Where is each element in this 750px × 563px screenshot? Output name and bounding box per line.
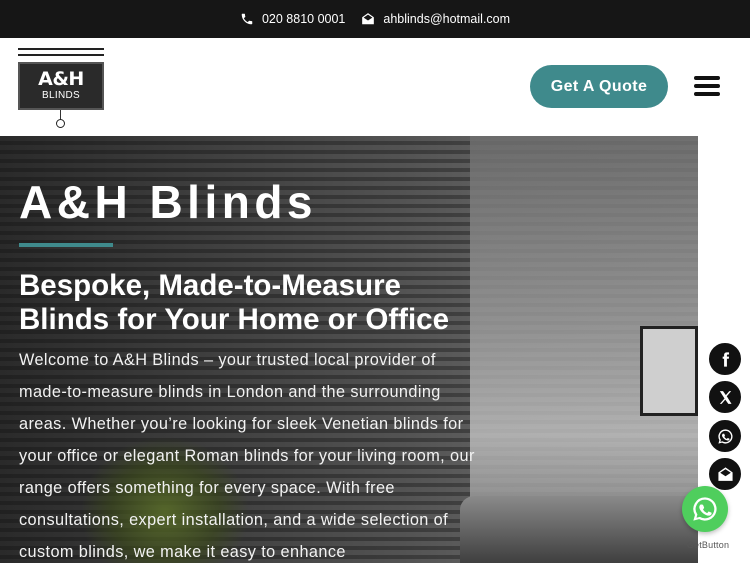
envelope-icon [362,13,375,25]
whatsapp-icon [693,497,717,521]
whatsapp-share-button[interactable] [708,419,742,453]
x-icon [719,390,732,404]
title-accent-line [19,243,113,247]
hamburger-icon[interactable] [694,76,722,98]
email-icon [717,466,733,481]
phone-number: 020 8810 0001 [261,12,346,26]
phone-link[interactable]: 020 8810 0001 [240,12,345,26]
phone-icon [241,13,253,25]
logo-brand: A&H [38,68,84,90]
facebook-share-button[interactable] [708,342,742,376]
getbutton-credit-link[interactable]: GetButton [676,540,740,550]
email-share-button[interactable] [708,457,742,491]
facebook-icon [722,351,729,367]
hero-title: A&H Blinds [19,176,317,228]
top-contact-bar: 020 8810 0001 ahblinds@hotmail.com [0,0,750,38]
logo-box: A&H BLINDS [18,62,104,110]
logo-sub: BLINDS [42,90,80,101]
logo-rail [18,54,104,56]
x-share-button[interactable] [708,380,742,414]
hero-wall-frame [640,326,698,416]
getbutton-credit-text: GetButton [686,540,730,550]
logo-rail [18,48,104,50]
hero-subtitle: Bespoke, Made-to-Measure Blinds for Your… [19,269,449,336]
site-logo[interactable]: A&H BLINDS [18,48,106,128]
get-quote-button[interactable]: Get A Quote [530,65,668,108]
whatsapp-icon [717,428,733,444]
hero-sofa [460,496,698,563]
whatsapp-chat-button[interactable] [682,486,728,532]
email-address: ahblinds@hotmail.com [383,12,511,26]
email-link[interactable]: ahblinds@hotmail.com [361,12,510,26]
site-header: A&H BLINDS Get A Quote [0,38,750,136]
logo-knob [56,119,65,128]
hero-section: A&H Blinds Bespoke, Made-to-Measure Blin… [0,136,698,563]
hero-intro-text: Welcome to A&H Blinds – your trusted loc… [19,351,475,561]
